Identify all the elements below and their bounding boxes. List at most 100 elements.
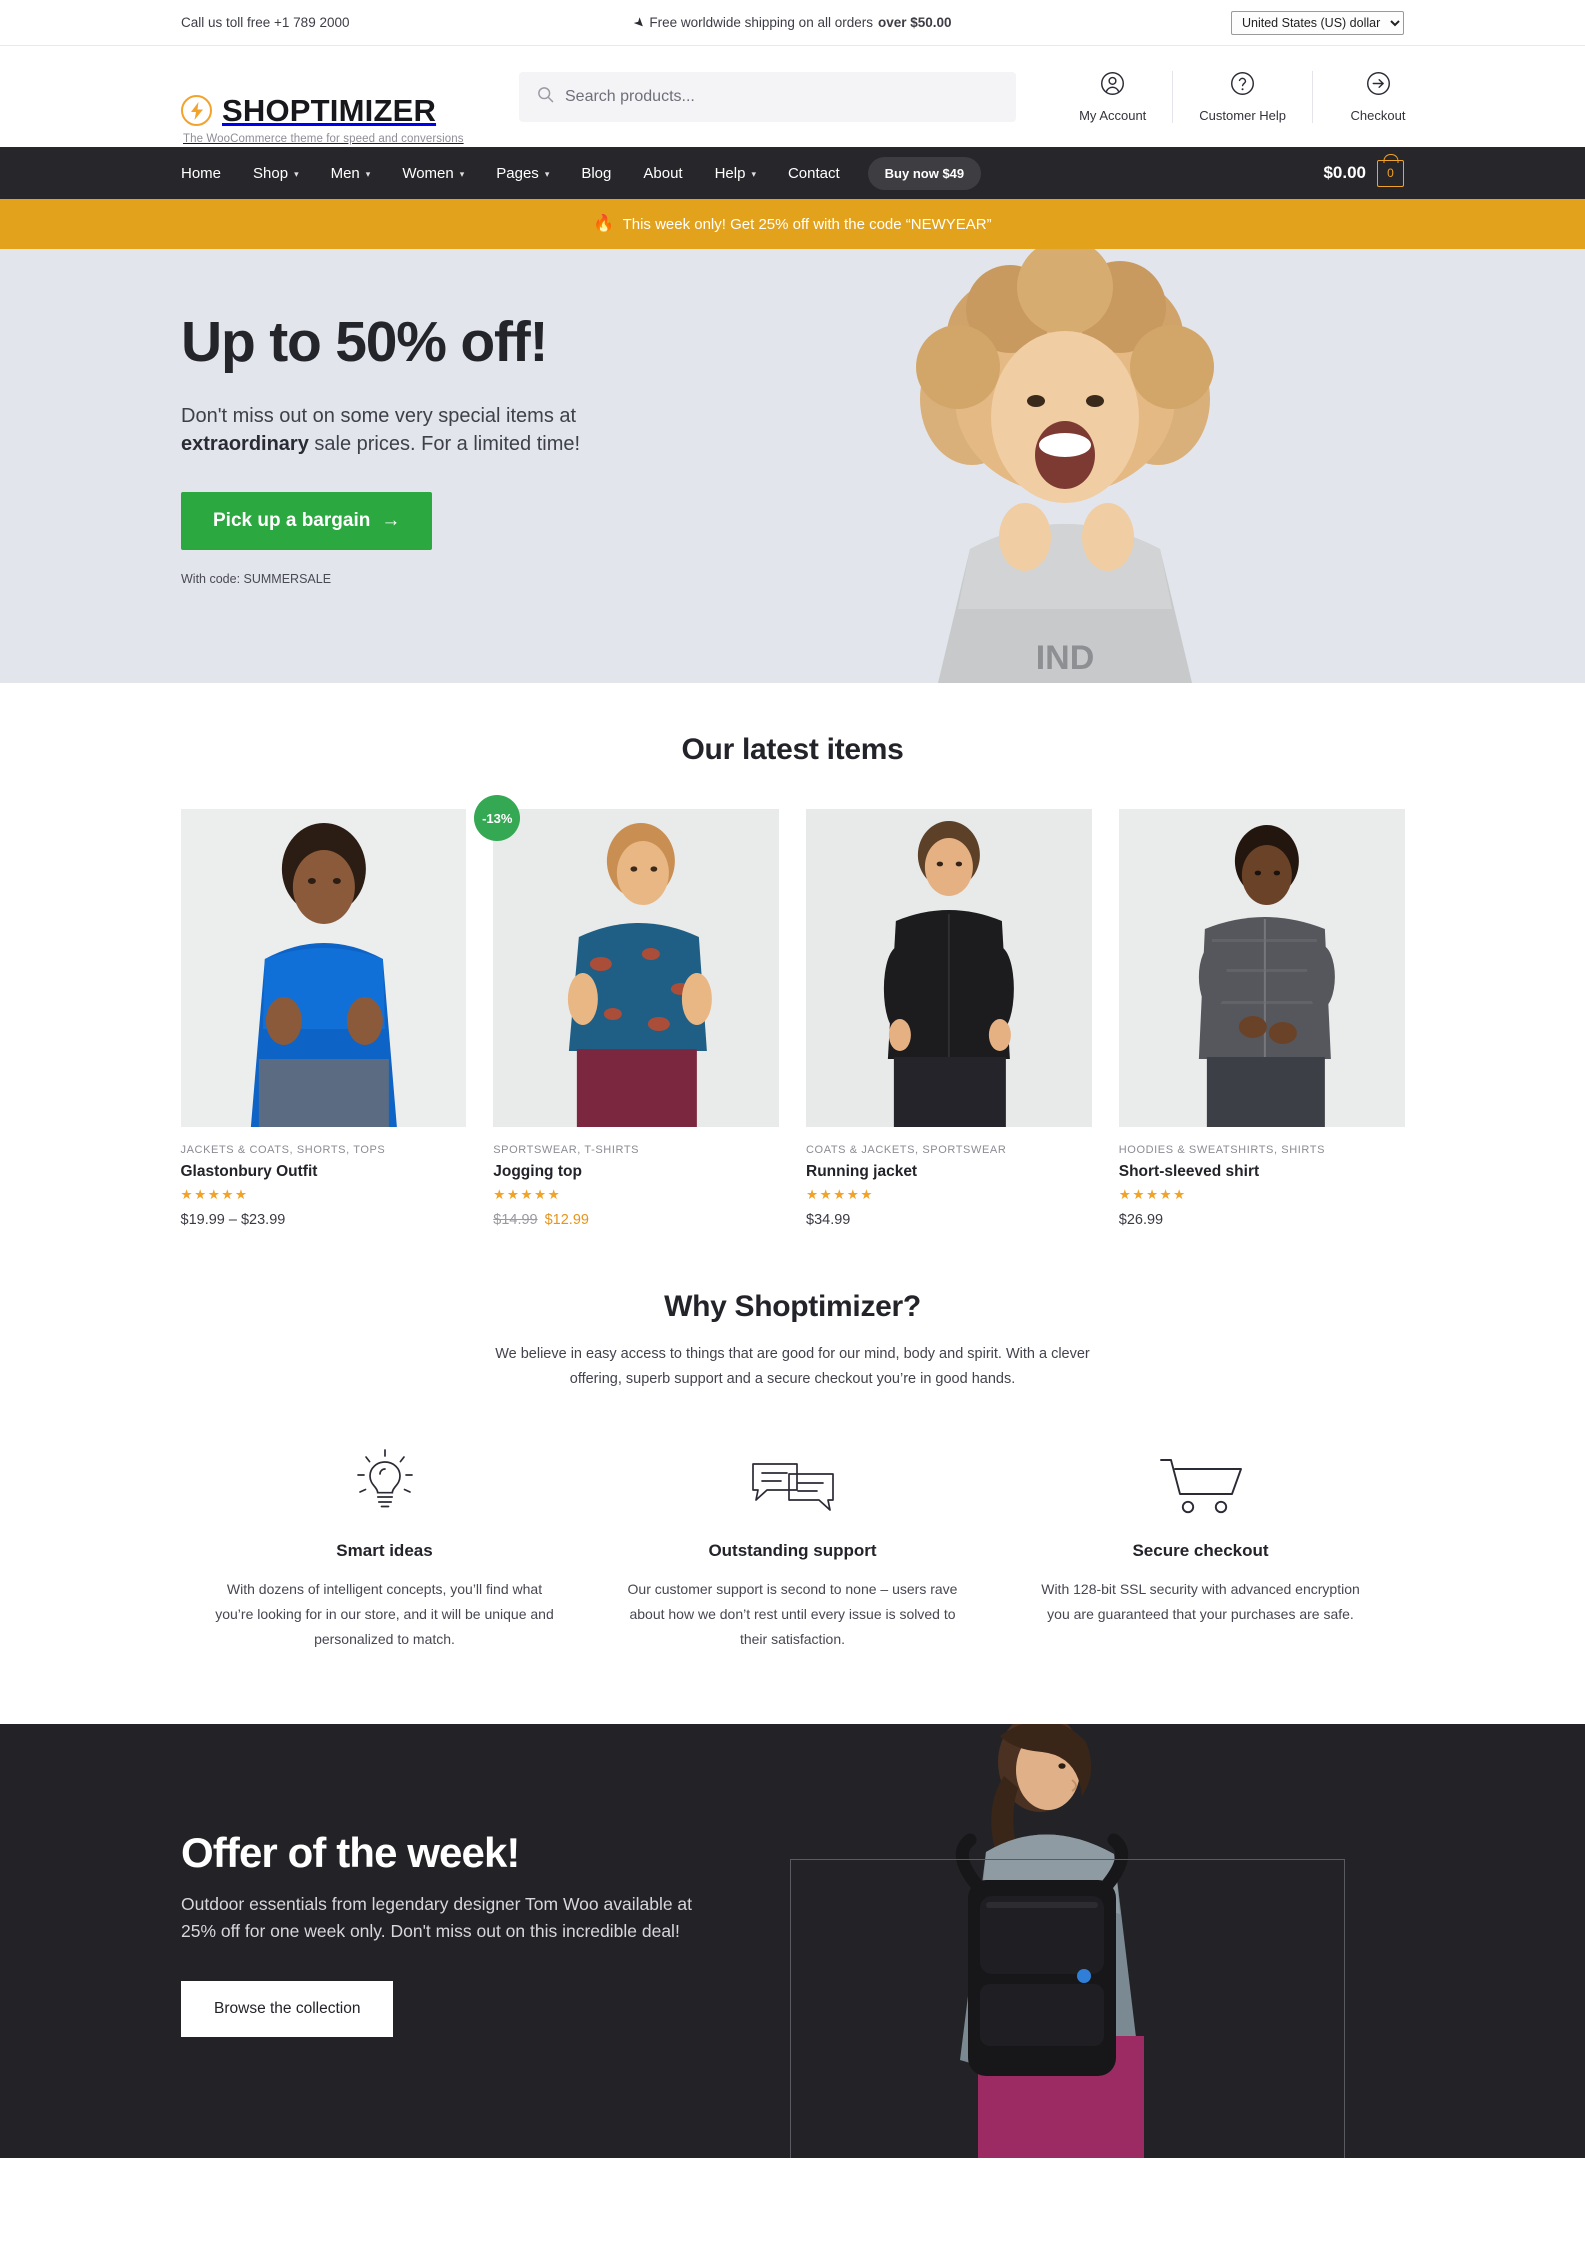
product-image[interactable] xyxy=(1118,809,1405,1127)
nav-item-men[interactable]: Men ▾ xyxy=(315,165,387,182)
product-price-old: $14.99 xyxy=(493,1212,538,1228)
chevron-down-icon: ▾ xyxy=(751,168,756,179)
product-rating: ★★★★★ xyxy=(493,1187,562,1202)
browse-collection-button[interactable]: Browse the collection xyxy=(181,1981,394,2038)
lightning-bolt-icon xyxy=(181,95,212,126)
nav-item-blog[interactable]: Blog xyxy=(565,165,627,182)
product-card[interactable]: JACKETS & COATS, SHORTS, TOPS Glastonbur… xyxy=(180,809,467,1228)
offer-text: Outdoor essentials from legendary design… xyxy=(181,1893,693,1941)
search-bar[interactable] xyxy=(519,71,1016,122)
arrow-right-circle-icon xyxy=(1366,71,1391,101)
top-utility-bar: Call us toll free +1 789 2000 ➤ Free wor… xyxy=(0,0,1585,46)
nav-item-home[interactable]: Home xyxy=(181,165,237,182)
arrow-right-icon: → xyxy=(381,509,401,531)
brand-name: SHOPTIMIZER xyxy=(222,93,437,128)
question-circle-icon xyxy=(1230,71,1255,101)
hero-title: Up to 50% off! xyxy=(181,310,549,374)
nav-item-shop[interactable]: Shop ▾ xyxy=(237,165,315,182)
nav-label: Home xyxy=(181,164,222,182)
buy-now-button[interactable]: Buy now $49 xyxy=(867,156,982,190)
product-image[interactable] xyxy=(806,809,1092,1127)
product-categories: SPORTSWEAR, T-SHIRTS xyxy=(493,1144,640,1156)
product-price-new: $12.99 xyxy=(544,1212,589,1228)
offer-of-the-week-section: Offer of the week! Outdoor essentials fr… xyxy=(0,1723,1585,2158)
speech-bubbles-icon xyxy=(623,1444,963,1520)
homepage: Call us toll free +1 789 2000 ➤ Free wor… xyxy=(0,0,1585,2158)
product-image[interactable] xyxy=(493,809,779,1127)
nav-label: Pages xyxy=(496,164,539,182)
search-icon xyxy=(537,86,554,108)
hero-sub-part1: Don't miss out on some very special item… xyxy=(181,404,577,427)
shopping-bag-icon[interactable]: 0 xyxy=(1377,159,1404,187)
offer-title: Offer of the week! xyxy=(181,1828,520,1876)
cart-total: $0.00 xyxy=(1323,163,1366,182)
checkout-label: Checkout xyxy=(1350,107,1406,123)
product-title[interactable]: Glastonbury Outfit xyxy=(181,1163,467,1181)
currency-switcher[interactable]: United States (US) dollar xyxy=(1231,10,1404,35)
nav-label: Help xyxy=(714,164,746,182)
checkout-link[interactable]: Checkout xyxy=(1313,71,1425,123)
pick-up-bargain-button[interactable]: Pick up a bargain → xyxy=(181,491,433,550)
why-column: Secure checkout With 128-bit SSL securit… xyxy=(997,1444,1405,1652)
shopping-cart-icon xyxy=(1031,1444,1371,1520)
why-text: Our customer support is second to none –… xyxy=(627,1581,958,1647)
hero-button-label: Pick up a bargain xyxy=(213,509,371,531)
latest-items-heading: Our latest items xyxy=(681,733,904,766)
why-column: Smart ideas With dozens of intelligent c… xyxy=(181,1444,589,1652)
product-title[interactable]: Running jacket xyxy=(806,1163,1092,1181)
svg-text:IND: IND xyxy=(1036,639,1095,677)
cart-widget[interactable]: $0.00 0 xyxy=(1323,159,1404,187)
my-account-link[interactable]: My Account xyxy=(1053,70,1174,123)
nav-label: Women xyxy=(402,164,454,182)
product-image[interactable] xyxy=(180,809,467,1127)
sale-badge: -13% xyxy=(474,795,521,841)
product-price: $34.99 xyxy=(806,1212,851,1228)
why-heading: Why Shoptimizer? xyxy=(664,1290,921,1323)
nav-item-about[interactable]: About xyxy=(627,165,698,182)
product-title[interactable]: Jogging top xyxy=(493,1163,779,1181)
hero-sub-strong: extraordinary xyxy=(181,433,309,456)
phone-text: Call us toll free +1 789 2000 xyxy=(181,15,350,30)
nav-label: Blog xyxy=(581,164,612,182)
paper-plane-icon: ➤ xyxy=(630,12,649,32)
hero-subtitle: Don't miss out on some very special item… xyxy=(181,402,651,459)
site-header: SHOPTIMIZER The WooCommerce theme for sp… xyxy=(0,46,1585,147)
product-rating: ★★★★★ xyxy=(806,1187,875,1202)
header-actions: My Account Customer Help Checkout xyxy=(1053,70,1425,123)
shipping-threshold: over $50.00 xyxy=(877,15,952,30)
hero-code-note: With code: SUMMERSALE xyxy=(181,571,332,586)
latest-items-section: Our latest items JACKETS & COATS, SHORTS… xyxy=(0,683,1585,1228)
why-section: Why Shoptimizer? We believe in easy acce… xyxy=(0,1228,1585,1724)
hero-copy: Up to 50% off! Don't miss out on some ve… xyxy=(181,310,741,586)
chevron-down-icon: ▾ xyxy=(459,168,465,179)
why-column: Outstanding support Our customer support… xyxy=(589,1444,997,1652)
chevron-down-icon: ▾ xyxy=(544,168,550,179)
product-title[interactable]: Short-sleeved shirt xyxy=(1119,1163,1405,1181)
why-intro-text: We believe in easy access to things that… xyxy=(495,1346,1090,1388)
product-card[interactable]: -13% SPORTSWEAR, T-SHIRTS Jogging top ★★… xyxy=(474,795,779,1228)
chevron-down-icon: ▾ xyxy=(365,168,371,179)
main-navigation: Home Shop ▾ Men ▾ Women ▾ Pages ▾ Blog About… xyxy=(0,147,1585,199)
product-grid: JACKETS & COATS, SHORTS, TOPS Glastonbur… xyxy=(180,795,1405,1228)
hero-sub-part2: sale prices. For a limited time! xyxy=(308,433,581,456)
nav-item-women[interactable]: Women ▾ xyxy=(386,165,480,182)
fire-icon: 🔥 xyxy=(593,214,615,233)
hero-section: Up to 50% off! Don't miss out on some ve… xyxy=(0,249,1585,683)
search-input[interactable] xyxy=(565,87,998,106)
why-text: With 128-bit SSL security with advanced … xyxy=(1041,1581,1360,1623)
nav-label: Contact xyxy=(787,164,840,182)
why-text: With dozens of intelligent concepts, you… xyxy=(215,1581,554,1647)
lightbulb-icon xyxy=(215,1444,555,1520)
product-price: $26.99 xyxy=(1118,1212,1164,1228)
hero-image: IND xyxy=(820,249,1310,683)
nav-item-contact[interactable]: Contact xyxy=(772,165,856,182)
nav-item-help[interactable]: Help ▾ xyxy=(699,165,772,182)
customer-help-link[interactable]: Customer Help xyxy=(1173,70,1313,123)
promo-banner[interactable]: 🔥 This week only! Get 25% off with the c… xyxy=(0,199,1585,249)
nav-label: About xyxy=(643,164,683,182)
nav-item-pages[interactable]: Pages ▾ xyxy=(480,165,565,182)
site-logo[interactable]: SHOPTIMIZER The WooCommerce theme for sp… xyxy=(181,95,464,145)
product-card[interactable]: COATS & JACKETS, SPORTSWEAR Running jack… xyxy=(806,809,1092,1228)
why-title: Smart ideas xyxy=(336,1541,433,1561)
product-card[interactable]: HOODIES & SWEATSHIRTS, SHIRTS Short-slee… xyxy=(1118,809,1405,1228)
